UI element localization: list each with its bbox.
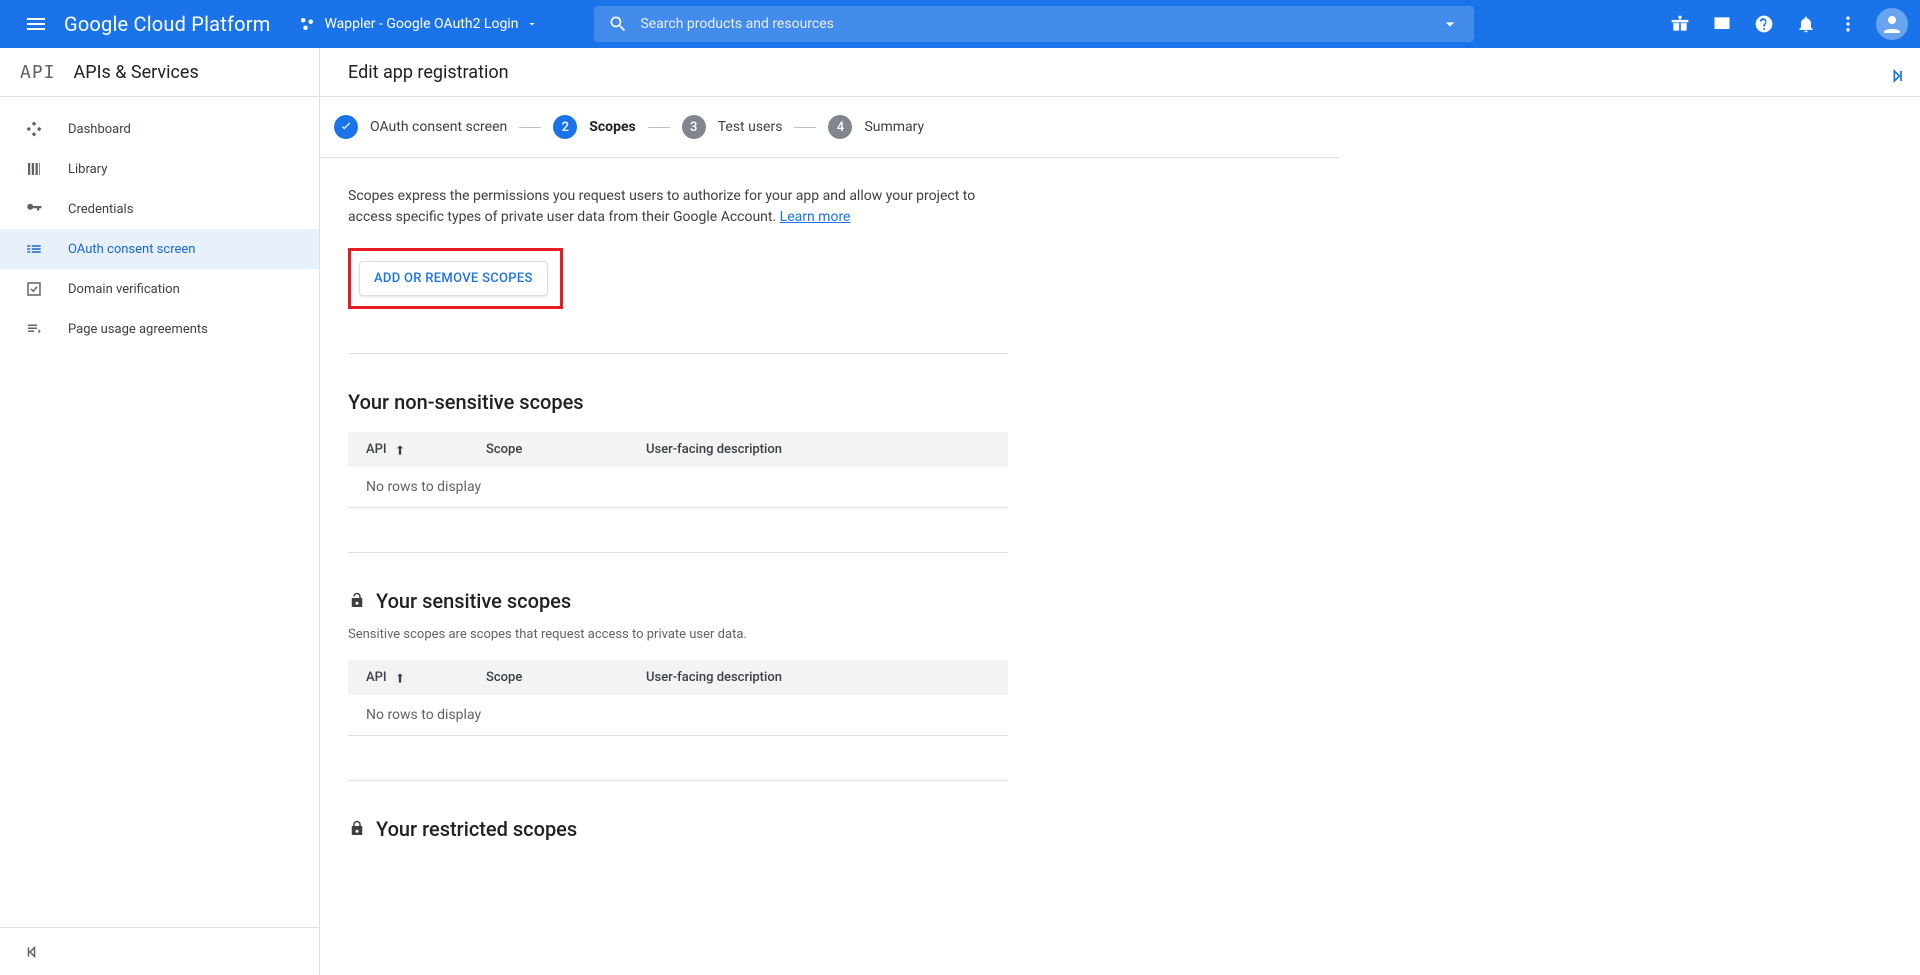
agreement-icon: [24, 319, 44, 339]
sidebar-item-credentials[interactable]: Credentials: [0, 189, 319, 229]
menu-icon[interactable]: [12, 0, 60, 48]
sidebar-item-label: Library: [68, 162, 107, 177]
restricted-section: Your restricted scopes: [348, 780, 1008, 841]
account-avatar[interactable]: [1876, 8, 1908, 40]
sidebar-item-domain-verification[interactable]: Domain verification: [0, 269, 319, 309]
sort-up-icon: [393, 671, 407, 685]
section-subtext: Sensitive scopes are scopes that request…: [348, 627, 1008, 642]
section-title: Your non-sensitive scopes: [348, 390, 1008, 414]
sidebar-nav: Dashboard Library Credentials OAuth cons…: [0, 97, 319, 927]
step-label: Test users: [718, 119, 783, 135]
table-empty-row: No rows to display: [348, 695, 1008, 736]
chevron-left-icon: [24, 943, 42, 961]
main-header: Edit app registration: [320, 48, 1920, 97]
search-input[interactable]: [640, 16, 1440, 32]
gcp-logo[interactable]: Google Cloud Platform: [64, 12, 270, 36]
col-desc[interactable]: User-facing description: [646, 442, 990, 457]
sidebar: API APIs & Services Dashboard Library Cr…: [0, 48, 320, 975]
help-icon[interactable]: [1744, 4, 1784, 44]
search-wrapper: [594, 6, 1474, 42]
verified-icon: [24, 279, 44, 299]
search-icon: [608, 14, 628, 34]
gift-icon[interactable]: [1660, 4, 1700, 44]
highlight-annotation: ADD OR REMOVE SCOPES: [348, 248, 563, 309]
step-badge: 4: [828, 115, 852, 139]
col-desc[interactable]: User-facing description: [646, 670, 990, 685]
topbar-actions: [1660, 4, 1908, 44]
sidebar-item-page-usage[interactable]: Page usage agreements: [0, 309, 319, 349]
sidebar-item-label: OAuth consent screen: [68, 242, 195, 257]
sidebar-header: API APIs & Services: [0, 48, 319, 97]
cloud-shell-icon[interactable]: [1702, 4, 1742, 44]
step-badge: 2: [553, 115, 577, 139]
consent-icon: [24, 239, 44, 259]
sidebar-collapse[interactable]: [0, 927, 319, 975]
library-icon: [24, 159, 44, 179]
project-name: Wappler - Google OAuth2 Login: [324, 16, 518, 32]
step-scopes[interactable]: 2 Scopes: [553, 115, 635, 139]
col-api[interactable]: API: [366, 670, 486, 685]
step-oauth-consent[interactable]: OAuth consent screen: [334, 115, 507, 139]
scopes-intro: Scopes express the permissions you reque…: [348, 186, 988, 228]
step-test-users[interactable]: 3 Test users: [682, 115, 783, 139]
project-picker[interactable]: Wappler - Google OAuth2 Login: [298, 0, 538, 48]
section-title: Your restricted scopes: [348, 817, 1008, 841]
page-title: Edit app registration: [348, 62, 509, 83]
step-label: Summary: [864, 119, 924, 135]
dashboard-icon: [24, 119, 44, 139]
chevron-down-icon: [526, 18, 538, 30]
notifications-icon[interactable]: [1786, 4, 1826, 44]
section-title: Your sensitive scopes: [348, 589, 1008, 613]
step-divider: [648, 127, 670, 128]
sensitive-table: API Scope User-facing description No row…: [348, 660, 1008, 736]
chevron-down-icon[interactable]: [1440, 14, 1460, 34]
step-label: Scopes: [589, 119, 635, 135]
more-icon[interactable]: [1828, 4, 1868, 44]
learn-more-link[interactable]: Learn more: [780, 209, 851, 225]
sensitive-section: Your sensitive scopes Sensitive scopes a…: [348, 552, 1008, 736]
check-icon: [334, 115, 358, 139]
main-scroll[interactable]: OAuth consent screen 2 Scopes 3 Test use…: [320, 97, 1920, 975]
step-divider: [519, 127, 541, 128]
sidebar-title: APIs & Services: [74, 62, 199, 83]
sidebar-item-library[interactable]: Library: [0, 149, 319, 189]
sort-up-icon: [393, 443, 407, 457]
table-empty-row: No rows to display: [348, 467, 1008, 508]
step-label: OAuth consent screen: [370, 119, 507, 135]
stepper: OAuth consent screen 2 Scopes 3 Test use…: [320, 97, 1340, 158]
sidebar-item-dashboard[interactable]: Dashboard: [0, 109, 319, 149]
main-panel: Edit app registration OAuth consent scre…: [320, 48, 1920, 975]
non-sensitive-table: API Scope User-facing description No row…: [348, 432, 1008, 508]
sidebar-item-label: Credentials: [68, 202, 133, 217]
add-remove-scopes-button[interactable]: ADD OR REMOVE SCOPES: [359, 261, 548, 296]
sidebar-item-label: Page usage agreements: [68, 322, 208, 337]
info-drawer-toggle[interactable]: [1880, 60, 1912, 96]
lock-open-icon: [348, 592, 366, 610]
key-icon: [24, 199, 44, 219]
sidebar-item-oauth-consent[interactable]: OAuth consent screen: [0, 229, 319, 269]
col-scope[interactable]: Scope: [486, 442, 646, 457]
non-sensitive-section: Your non-sensitive scopes API Scope User…: [348, 353, 1008, 508]
step-divider: [794, 127, 816, 128]
api-badge: API: [20, 62, 56, 83]
chevron-right-collapse-icon: [1886, 66, 1906, 86]
sidebar-item-label: Domain verification: [68, 282, 180, 297]
lock-icon: [348, 820, 366, 838]
col-scope[interactable]: Scope: [486, 670, 646, 685]
search-box[interactable]: [594, 6, 1474, 42]
col-api[interactable]: API: [366, 442, 486, 457]
table-header: API Scope User-facing description: [348, 660, 1008, 695]
sidebar-item-label: Dashboard: [68, 122, 131, 137]
step-summary[interactable]: 4 Summary: [828, 115, 924, 139]
top-app-bar: Google Cloud Platform Wappler - Google O…: [0, 0, 1920, 48]
step-badge: 3: [682, 115, 706, 139]
table-header: API Scope User-facing description: [348, 432, 1008, 467]
